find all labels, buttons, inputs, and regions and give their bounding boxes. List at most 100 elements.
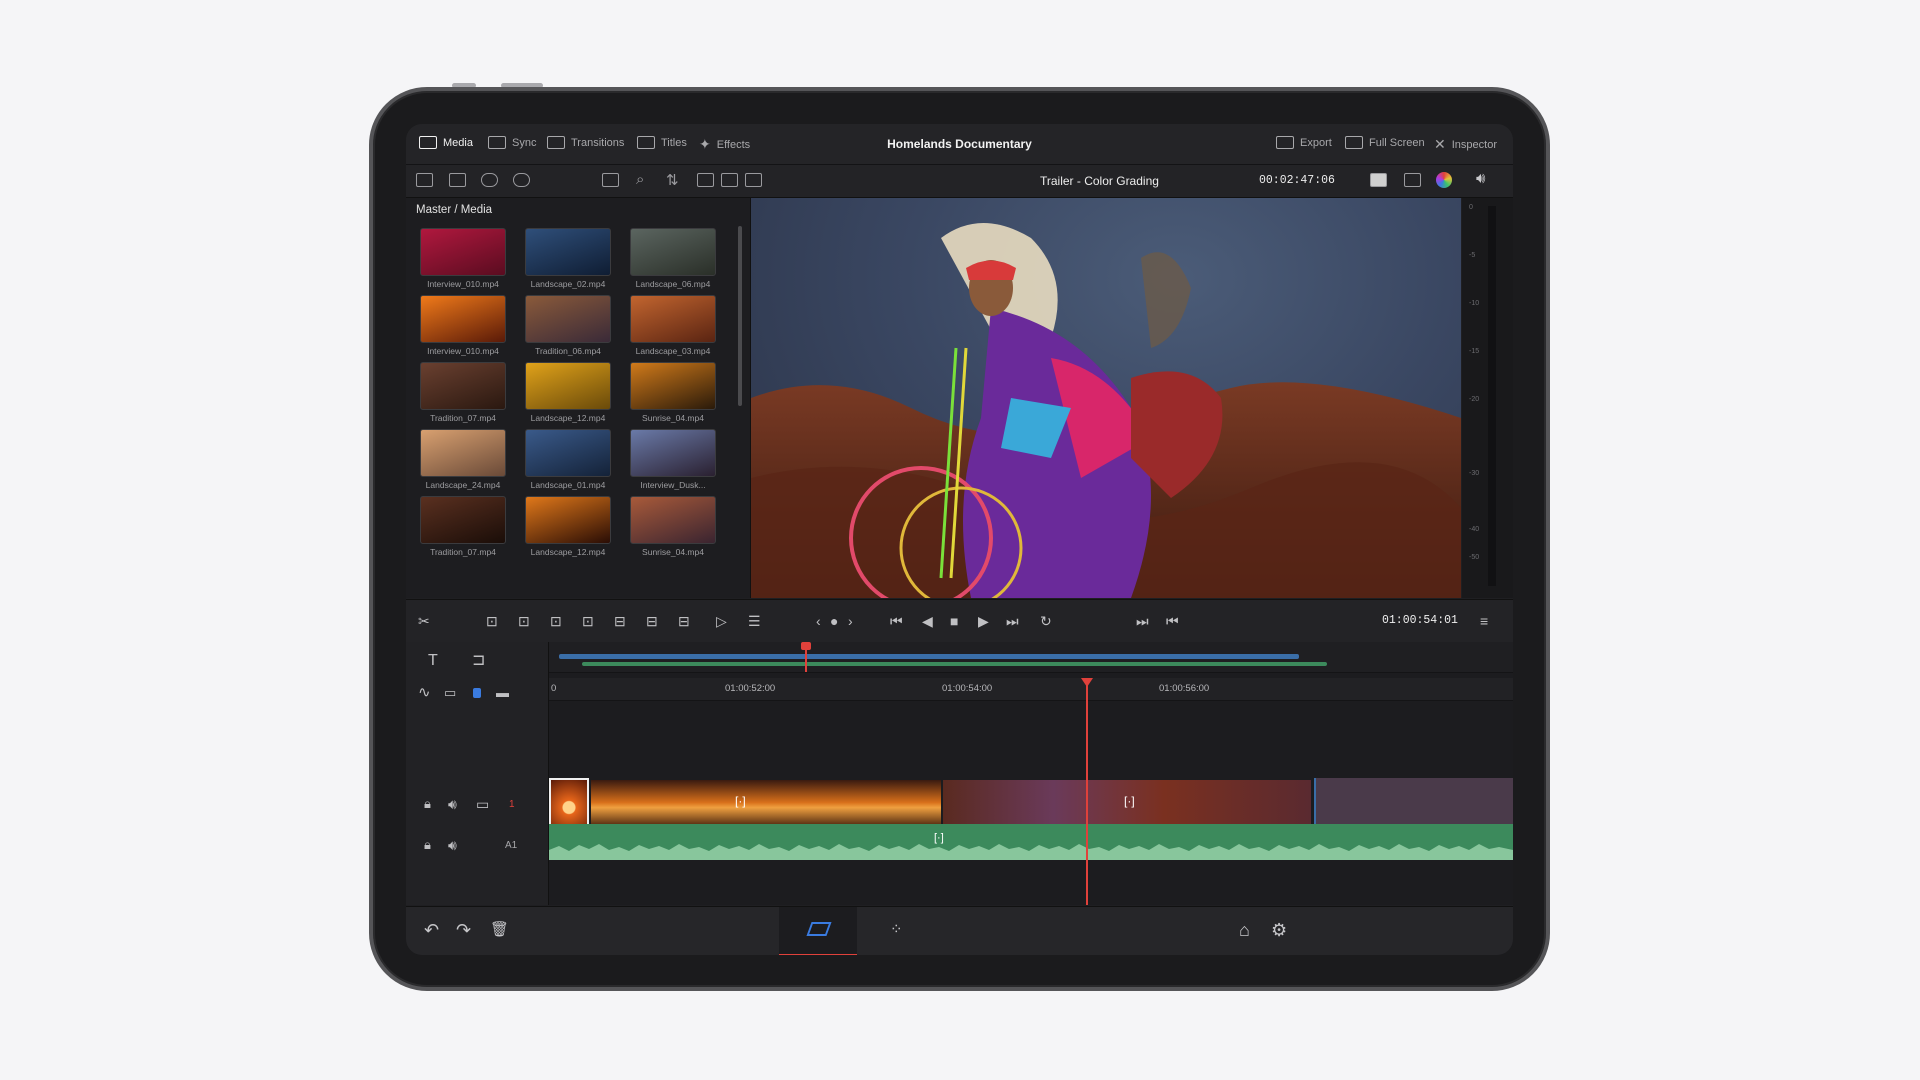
transport-bar: ✂ ⊡ ⊡ ⊡ ⊡ ⊟ ⊟ ⊟ ▷ ☰ ‹ ● › ⏮ ◀ ■ ▶ ⏭ ↻ ⏭ … xyxy=(406,599,1513,643)
media-clip[interactable]: Interview_Dusk... xyxy=(630,429,716,490)
redo-icon[interactable]: ↷ xyxy=(456,921,471,939)
clip-thumbnail xyxy=(420,429,506,477)
secondary-toolbar: ⌕ ⇅ Trailer - Color Grading 00:02:47:06 … xyxy=(406,165,1513,198)
grid-view-icon[interactable] xyxy=(602,173,619,187)
camera-icon[interactable] xyxy=(1370,173,1387,187)
title-lock-icon[interactable]: T xyxy=(428,653,438,669)
media-clip[interactable]: Landscape_12.mp4 xyxy=(525,362,611,423)
skip-to-start-icon[interactable]: ⏮ xyxy=(890,614,903,628)
media-pool-scrollbar[interactable] xyxy=(738,226,742,406)
playhead-handle[interactable] xyxy=(1081,678,1093,687)
bottom-bar: ↶ ↷ 🗑︎ ⁘ ⌂ ⚙ xyxy=(406,906,1513,955)
video-track-audio-icon[interactable]: 🔊︎ xyxy=(448,797,457,811)
media-clip[interactable]: Interview_010.mp4 xyxy=(420,228,506,289)
ripple-overwrite-icon[interactable]: ⊟ xyxy=(678,614,690,628)
media-clip[interactable]: Landscape_01.mp4 xyxy=(525,429,611,490)
menu-icon[interactable]: ≡ xyxy=(1480,614,1488,628)
snapping-icon[interactable]: ∿ xyxy=(418,685,431,700)
media-clip[interactable]: Tradition_06.mp4 xyxy=(525,295,611,356)
replace-clip-icon[interactable]: ⊡ xyxy=(550,614,562,628)
media-clip[interactable]: Landscape_24.mp4 xyxy=(420,429,506,490)
import-icon[interactable] xyxy=(449,173,466,187)
video-track-lock-icon[interactable]: 🔒︎ xyxy=(424,797,431,811)
timeline-ruler[interactable]: 0 01:00:52:00 01:00:54:00 01:00:56:00 xyxy=(549,678,1513,701)
fit-to-fill-icon[interactable]: ⊡ xyxy=(582,614,594,628)
unlink-icon[interactable] xyxy=(513,173,530,187)
trash-icon[interactable]: 🗑︎ xyxy=(490,921,509,939)
color-page-icon[interactable]: ⁘ xyxy=(890,921,903,939)
undo-icon[interactable]: ↶ xyxy=(424,921,439,939)
clip-name: Landscape_12.mp4 xyxy=(530,413,606,423)
playhead[interactable] xyxy=(1086,678,1088,905)
clip-thumbnail xyxy=(630,429,716,477)
inspector-icon: ✕ xyxy=(1434,136,1446,152)
audio-track[interactable]: [·] xyxy=(549,824,1513,860)
marker-flag-icon[interactable] xyxy=(473,688,481,698)
audio-track-lock-icon[interactable]: 🔒︎ xyxy=(424,838,431,852)
media-clip[interactable]: Tradition_07.mp4 xyxy=(420,362,506,423)
skip-to-end-icon[interactable]: ⏭ xyxy=(1006,614,1019,628)
linked-selection-icon[interactable]: ▭ xyxy=(444,686,456,700)
media-clip[interactable]: Landscape_03.mp4 xyxy=(630,295,716,356)
transition-marker-icon[interactable]: [·] xyxy=(735,794,746,808)
previous-marker-icon[interactable]: ‹ xyxy=(816,614,821,628)
video-track-visibility-icon[interactable]: ▭ xyxy=(476,797,489,811)
layout-icon[interactable] xyxy=(745,173,762,187)
meter-label: -50 xyxy=(1469,554,1480,561)
track-height-icon[interactable]: ▬ xyxy=(496,686,509,700)
audio-transition-marker-icon[interactable]: [·] xyxy=(934,832,944,844)
append-icon[interactable]: ⊟ xyxy=(646,614,658,628)
clip-thumbnail xyxy=(420,228,506,276)
cut-page-button[interactable] xyxy=(779,907,857,955)
media-clip[interactable]: Tradition_07.mp4 xyxy=(420,496,506,557)
dual-view-icon[interactable] xyxy=(721,173,738,187)
sort-icon[interactable]: ⇅ xyxy=(666,171,679,189)
search-icon[interactable]: ⌕ xyxy=(636,171,644,188)
play-clip-icon[interactable]: ▷ xyxy=(716,614,727,628)
insert-clip-icon[interactable]: ⊡ xyxy=(486,614,498,628)
clip-name: Sunrise_04.mp4 xyxy=(642,413,704,423)
next-edit-icon[interactable]: ⏭ xyxy=(1136,614,1149,628)
panel-toggle-icon[interactable] xyxy=(416,173,433,187)
media-clip[interactable]: Sunrise_04.mp4 xyxy=(630,362,716,423)
inspector-button[interactable]: ✕ Inspector xyxy=(1434,136,1497,153)
viewer-frame[interactable] xyxy=(751,198,1461,598)
source-view-icon[interactable] xyxy=(697,173,714,187)
media-clip[interactable]: Sunrise_04.mp4 xyxy=(630,496,716,557)
audio-track-mute-icon[interactable]: 🔊︎ xyxy=(448,838,457,852)
fullscreen-button[interactable]: Full Screen xyxy=(1345,136,1425,149)
clip-name: Landscape_06.mp4 xyxy=(635,279,711,289)
meter-label: -30 xyxy=(1469,470,1480,477)
link-icon[interactable] xyxy=(481,173,498,187)
export-button[interactable]: Export xyxy=(1276,136,1332,149)
adjust-icon[interactable]: ☰ xyxy=(748,614,761,628)
stop-icon[interactable]: ■ xyxy=(950,614,958,628)
mini-timeline[interactable] xyxy=(549,642,1513,673)
media-clip[interactable]: Landscape_02.mp4 xyxy=(525,228,611,289)
color-scope-icon[interactable] xyxy=(1436,172,1452,188)
clip-thumbnail xyxy=(420,496,506,544)
place-on-top-icon[interactable]: ⊟ xyxy=(614,614,626,628)
clip-name: Tradition_06.mp4 xyxy=(535,346,601,356)
transition-marker-icon[interactable]: [·] xyxy=(1124,794,1135,808)
safe-area-icon[interactable] xyxy=(1404,173,1421,187)
reverse-play-icon[interactable]: ◀ xyxy=(922,614,933,628)
timeline[interactable]: 0 01:00:52:00 01:00:54:00 01:00:56:00 [·… xyxy=(549,642,1513,905)
marker-dot-icon[interactable]: ● xyxy=(830,614,838,628)
overwrite-clip-icon[interactable]: ⊡ xyxy=(518,614,530,628)
clip-thumbnail xyxy=(630,228,716,276)
trim-icon[interactable]: ⊐ xyxy=(472,653,485,669)
loop-icon[interactable]: ↻ xyxy=(1040,614,1052,628)
video-clip-sunset[interactable] xyxy=(591,780,941,830)
home-icon[interactable]: ⌂ xyxy=(1239,921,1250,939)
media-clip[interactable]: Landscape_12.mp4 xyxy=(525,496,611,557)
speaker-icon[interactable]: 🔊︎ xyxy=(1476,170,1485,187)
scissors-icon[interactable]: ✂ xyxy=(418,614,430,628)
media-clip[interactable]: Interview_010.mp4 xyxy=(420,295,506,356)
next-marker-icon[interactable]: › xyxy=(848,614,853,628)
play-icon[interactable]: ▶ xyxy=(978,614,989,628)
previous-edit-icon[interactable]: ⏮ xyxy=(1166,614,1179,628)
export-icon xyxy=(1276,136,1294,149)
media-clip[interactable]: Landscape_06.mp4 xyxy=(630,228,716,289)
settings-gear-icon[interactable]: ⚙ xyxy=(1271,921,1287,939)
